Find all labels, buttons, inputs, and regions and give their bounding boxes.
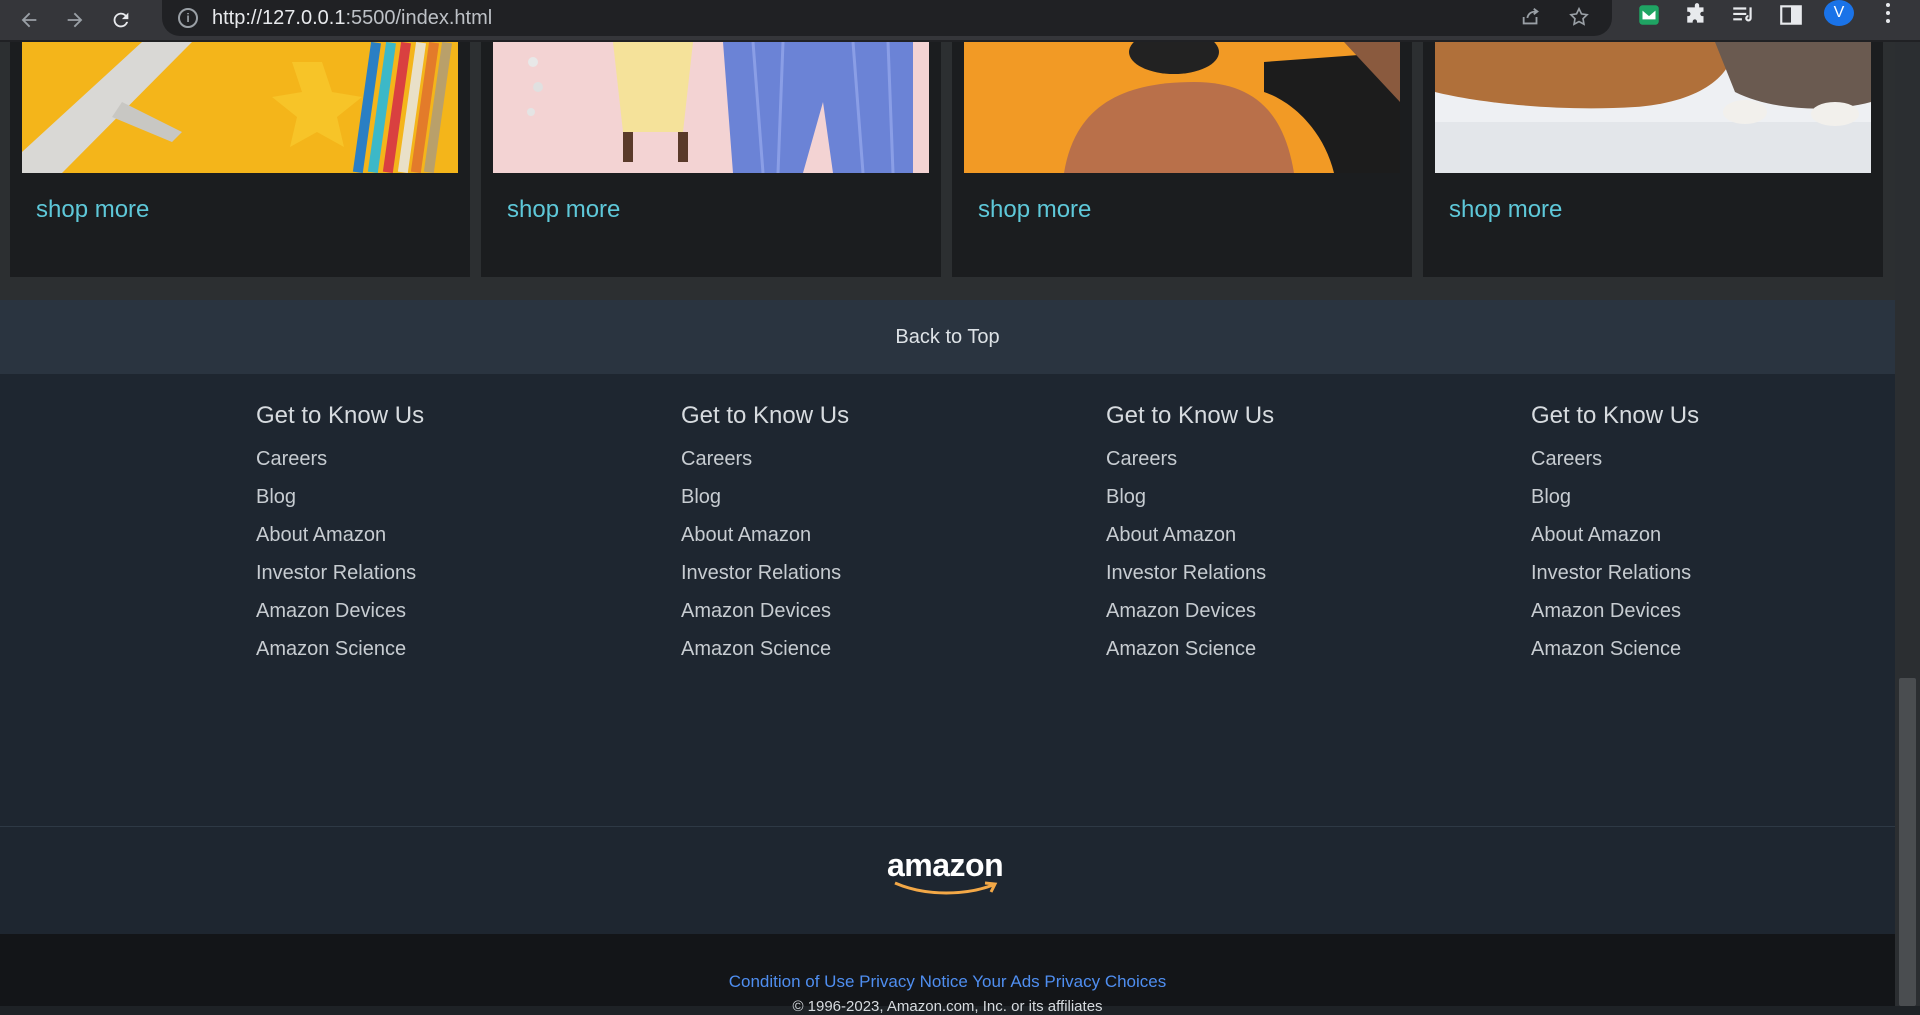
footer-link-about[interactable]: About Amazon: [681, 516, 849, 554]
footer-link-blog[interactable]: Blog: [256, 478, 424, 516]
card-image-fashion[interactable]: [493, 42, 929, 173]
mail-extension-icon[interactable]: [1634, 0, 1664, 30]
footer-link-devices[interactable]: Amazon Devices: [1531, 592, 1699, 630]
url-path: :5500/index.html: [345, 6, 493, 29]
amazon-logo[interactable]: amazon: [887, 847, 1013, 897]
legal-links: Condition of Use Privacy Notice Your Ads…: [0, 972, 1895, 992]
footer-link-science[interactable]: Amazon Science: [681, 630, 849, 668]
footer-link-blog[interactable]: Blog: [1106, 478, 1274, 516]
product-cards-section: shop more shop more shop more shop more: [0, 42, 1895, 342]
footer-column: Get to Know Us Careers Blog About Amazon…: [1106, 402, 1274, 668]
product-card: shop more: [1423, 42, 1883, 277]
footer-column: Get to Know Us Careers Blog About Amazon…: [1531, 402, 1699, 668]
legal-link-conditions[interactable]: Condition of Use: [729, 972, 855, 991]
shop-more-link[interactable]: shop more: [978, 196, 1091, 224]
forward-icon[interactable]: [58, 3, 92, 37]
back-to-top-label: Back to Top: [895, 325, 1000, 348]
reload-icon[interactable]: [104, 3, 138, 37]
footer-link-devices[interactable]: Amazon Devices: [1106, 592, 1274, 630]
shop-more-link[interactable]: shop more: [1449, 196, 1562, 224]
footer-link-blog[interactable]: Blog: [681, 478, 849, 516]
footer-column-heading: Get to Know Us: [1531, 402, 1700, 429]
card-image-pets[interactable]: [1435, 42, 1871, 173]
footer-link-investor-relations[interactable]: Investor Relations: [1531, 554, 1699, 592]
footer-link-about[interactable]: About Amazon: [1106, 516, 1274, 554]
page-scrollbar[interactable]: [1895, 42, 1920, 1006]
footer-logo-band: amazon: [0, 827, 1895, 934]
scrollbar-thumb[interactable]: [1899, 678, 1916, 1006]
footer-link-careers[interactable]: Careers: [1531, 440, 1699, 478]
footer-link-science[interactable]: Amazon Science: [1531, 630, 1699, 668]
copyright-text: © 1996-2023, Amazon.com, Inc. or its aff…: [792, 998, 1103, 1015]
footer-column: Get to Know Us Careers Blog About Amazon…: [681, 402, 849, 668]
bookmark-star-icon[interactable]: [1568, 6, 1590, 33]
product-card: shop more: [481, 42, 941, 277]
site-info-icon[interactable]: i: [178, 8, 198, 28]
card-image-toys[interactable]: [22, 42, 458, 173]
profile-avatar[interactable]: V: [1824, 0, 1854, 26]
footer-column-heading: Get to Know Us: [256, 402, 425, 429]
footer-column-heading: Get to Know Us: [681, 402, 850, 429]
amazon-logo-text: amazon: [887, 847, 1004, 883]
product-card: shop more: [10, 42, 470, 277]
shop-more-link[interactable]: shop more: [507, 196, 620, 224]
url-host: http://127.0.0.1: [212, 6, 346, 29]
footer-link-careers[interactable]: Careers: [681, 440, 849, 478]
extensions-puzzle-icon[interactable]: [1682, 0, 1712, 30]
footer-link-science[interactable]: Amazon Science: [256, 630, 424, 668]
back-icon[interactable]: [12, 3, 46, 37]
footer-link-devices[interactable]: Amazon Devices: [681, 592, 849, 630]
side-panel-icon[interactable]: [1776, 0, 1806, 30]
footer-link-blog[interactable]: Blog: [1531, 478, 1699, 516]
reading-list-icon[interactable]: [1728, 0, 1758, 30]
footer-link-careers[interactable]: Careers: [256, 440, 424, 478]
footer-links-section: Get to Know Us Careers Blog About Amazon…: [0, 374, 1895, 826]
card-image-fitness[interactable]: [964, 42, 1400, 173]
legal-link-privacy[interactable]: Privacy Notice: [859, 972, 968, 991]
page-viewport: shop more shop more shop more shop more …: [0, 42, 1895, 1015]
footer-bottom-bar: Condition of Use Privacy Notice Your Ads…: [0, 934, 1895, 1015]
footer-link-devices[interactable]: Amazon Devices: [256, 592, 424, 630]
back-to-top-button[interactable]: Back to Top: [0, 300, 1895, 374]
footer-link-investor-relations[interactable]: Investor Relations: [256, 554, 424, 592]
footer-link-investor-relations[interactable]: Investor Relations: [681, 554, 849, 592]
amazon-smile-icon: [894, 881, 998, 895]
address-bar[interactable]: i http://127.0.0.1:5500/index.html: [162, 0, 1612, 36]
url-text[interactable]: http://127.0.0.1:5500/index.html: [212, 7, 492, 30]
footer-column: Get to Know Us Careers Blog About Amazon…: [256, 402, 424, 668]
legal-link-ads-privacy[interactable]: Your Ads Privacy Choices: [972, 972, 1166, 991]
footer-link-about[interactable]: About Amazon: [1531, 516, 1699, 554]
footer-link-investor-relations[interactable]: Investor Relations: [1106, 554, 1274, 592]
footer-link-science[interactable]: Amazon Science: [1106, 630, 1274, 668]
share-icon[interactable]: [1520, 6, 1542, 33]
footer-link-about[interactable]: About Amazon: [256, 516, 424, 554]
browser-menu-icon[interactable]: [1878, 0, 1898, 26]
footer-link-careers[interactable]: Careers: [1106, 440, 1274, 478]
footer-column-heading: Get to Know Us: [1106, 402, 1275, 429]
product-card: shop more: [952, 42, 1412, 277]
shop-more-link[interactable]: shop more: [36, 196, 149, 224]
browser-toolbar: i http://127.0.0.1:5500/index.html V: [0, 0, 1920, 42]
